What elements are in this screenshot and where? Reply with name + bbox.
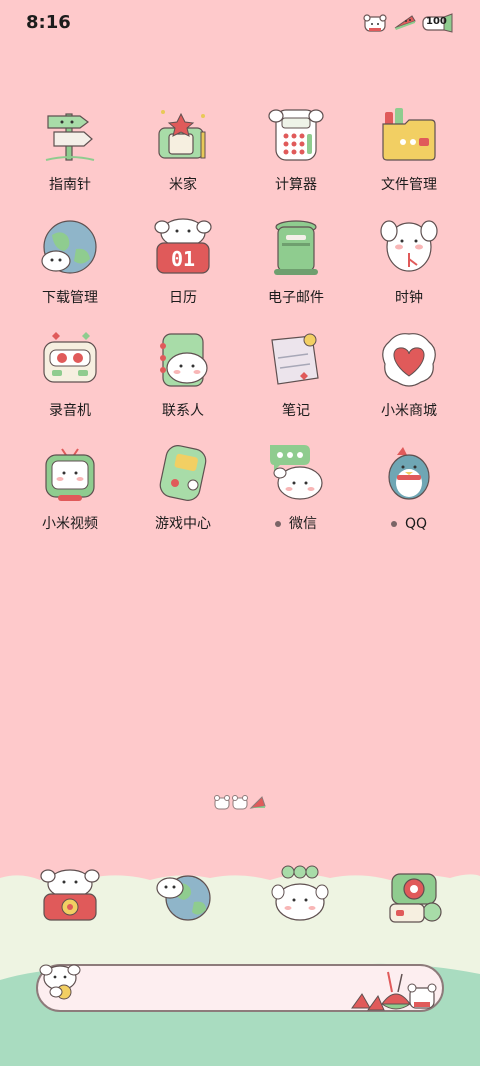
status-icons: 100 [362, 10, 454, 36]
battery-indicator: 100 [422, 12, 454, 34]
app-label: 文件管理 [381, 177, 437, 193]
heart-shop-icon [382, 333, 436, 387]
app-label: 录音机 [49, 403, 91, 419]
app-label: 计算器 [275, 177, 317, 193]
bear-mascot-icon [39, 964, 81, 1000]
app-qq[interactable]: QQ [353, 441, 465, 551]
search-bar[interactable] [36, 964, 444, 1012]
contacts-icon [160, 333, 208, 387]
app-mi-video[interactable]: 小米视频 [14, 441, 126, 551]
page-dot [232, 795, 248, 810]
app-label: 笔记 [282, 403, 310, 419]
page-indicator[interactable] [214, 794, 266, 812]
app-label-text: 微信 [289, 516, 317, 532]
app-file-manager[interactable]: 文件管理 [353, 102, 465, 212]
app-label: 小米视频 [42, 516, 98, 532]
dock-browser[interactable] [152, 864, 216, 928]
dock-camera[interactable] [382, 864, 446, 928]
app-game-center[interactable]: 游戏中心 [127, 441, 239, 551]
app-notes[interactable]: 笔记 [240, 328, 352, 438]
app-label: 小米商城 [381, 403, 437, 419]
new-install-dot [275, 521, 281, 527]
app-contacts[interactable]: 联系人 [127, 328, 239, 438]
watermelon-decoration-icon [351, 971, 437, 1011]
camera-icon [389, 873, 442, 923]
messages-icon [271, 865, 329, 921]
app-label-text: QQ [404, 516, 428, 532]
app-mi-store[interactable]: 小米商城 [353, 328, 465, 438]
browser-globe-icon [156, 875, 211, 921]
recorder-icon [43, 332, 97, 383]
watermelon-wifi-icon [394, 15, 416, 30]
battery-level: 100 [426, 16, 447, 27]
compass-signpost-icon [45, 113, 95, 161]
app-clock[interactable]: 时钟 [353, 215, 465, 325]
app-compass[interactable]: 指南针 [14, 102, 126, 212]
calendar-icon: 01 [154, 218, 212, 274]
app-label: 米家 [169, 177, 197, 193]
dock-messages[interactable] [268, 864, 332, 928]
app-calendar[interactable]: 01 日历 [127, 215, 239, 325]
app-email[interactable]: 电子邮件 [240, 215, 352, 325]
status-bar: 8:16 100 [0, 0, 480, 46]
tv-icon [45, 448, 95, 501]
status-time: 8:16 [26, 12, 71, 33]
clock-icon [380, 220, 438, 272]
gamepad-icon [159, 445, 207, 501]
phone-icon [40, 869, 100, 921]
app-recorder[interactable]: 录音机 [14, 328, 126, 438]
penguin-icon [388, 447, 430, 500]
app-label: 指南针 [49, 177, 91, 193]
page-dot-current [214, 795, 230, 810]
app-calculator[interactable]: 计算器 [240, 102, 352, 212]
wechat-bubble-icon [270, 445, 323, 500]
dock-phone[interactable] [38, 864, 102, 928]
app-label: 下载管理 [42, 290, 98, 306]
page-dot-watermelon [249, 796, 266, 809]
app-label: 电子邮件 [268, 290, 324, 306]
notes-icon [271, 333, 319, 385]
calendar-date: 01 [171, 247, 195, 271]
app-label: 时钟 [395, 290, 423, 306]
app-mihome[interactable]: 米家 [127, 102, 239, 212]
folder-icon [382, 108, 436, 161]
calculator-icon [268, 109, 324, 161]
download-globe-icon [41, 220, 97, 274]
app-label: 日历 [169, 290, 197, 306]
app-label: 联系人 [162, 403, 204, 419]
app-downloads[interactable]: 下载管理 [14, 215, 126, 325]
smart-home-icon [158, 110, 206, 159]
app-label: 微信 [240, 515, 352, 533]
app-label: QQ [353, 515, 465, 533]
app-wechat[interactable]: 微信 [240, 441, 352, 551]
app-label: 游戏中心 [155, 516, 211, 532]
mailbox-icon [274, 220, 318, 275]
new-install-dot [390, 521, 397, 527]
bear-signal-icon [363, 14, 387, 32]
